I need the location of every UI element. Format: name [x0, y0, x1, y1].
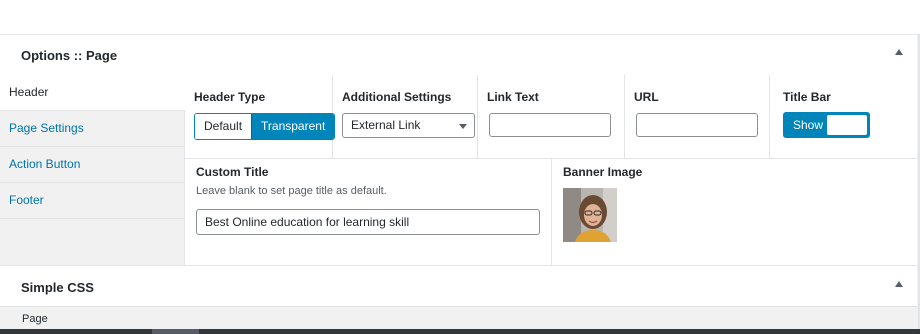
panel-tabs: Header Page Settings Action Button Foote… [0, 75, 185, 265]
header-fields-row: Header Type Default Transparent Addition… [185, 75, 917, 159]
custom-title-cell: Custom Title Leave blank to set page tit… [185, 159, 552, 265]
simple-css-title: Simple CSS [21, 280, 94, 295]
header-type-transparent-button[interactable]: Transparent [251, 114, 335, 139]
link-text-label: Link Text [487, 90, 539, 104]
url-label: URL [634, 90, 659, 104]
header-type-button-group: Default Transparent [194, 113, 336, 140]
tab-action-button[interactable]: Action Button [0, 147, 184, 183]
triangle-up-icon[interactable] [895, 281, 903, 287]
additional-settings-cell: Additional Settings External Link [333, 75, 478, 158]
additional-settings-label: Additional Settings [342, 90, 452, 104]
additional-settings-field: External Link [342, 113, 475, 138]
simple-css-panel[interactable]: Simple CSS [0, 266, 917, 307]
link-text-input[interactable] [489, 113, 611, 137]
tab-footer[interactable]: Footer [0, 183, 184, 219]
banner-image-thumbnail[interactable] [563, 188, 617, 242]
url-field [636, 113, 758, 137]
title-bar-toggle-label: Show [793, 118, 824, 132]
title-bar-cell: Title Bar Show [770, 75, 917, 158]
scrollbar-thumb[interactable] [152, 329, 199, 334]
title-bar-field: Show [783, 112, 870, 138]
tab-header[interactable]: Header [0, 75, 185, 111]
top-content-strip [0, 0, 920, 35]
url-cell: URL [625, 75, 770, 158]
banner-photo-icon [563, 188, 617, 242]
caret-down-icon [459, 124, 467, 129]
header-type-default-button[interactable]: Default [195, 114, 252, 139]
banner-image-cell: Banner Image [552, 159, 917, 265]
options-page-panel: Options :: Page Header Page Settings Act… [0, 35, 917, 266]
title-bar-toggle[interactable]: Show [783, 112, 870, 138]
custom-title-label: Custom Title [196, 165, 269, 179]
title-bar-label: Title Bar [783, 90, 831, 104]
custom-title-input[interactable] [196, 209, 540, 235]
additional-settings-select[interactable]: External Link [342, 113, 475, 138]
header-type-label: Header Type [194, 90, 266, 104]
triangle-up-icon[interactable] [895, 49, 903, 55]
bottom-scrollbar[interactable] [0, 329, 920, 334]
header-type-field: Default Transparent [194, 113, 336, 140]
page-label: Page [22, 313, 48, 325]
toggle-knob [827, 115, 867, 135]
header-type-cell: Header Type Default Transparent [185, 75, 336, 158]
url-input[interactable] [636, 113, 758, 137]
banner-image-label: Banner Image [563, 165, 643, 179]
panel-title: Options :: Page [21, 48, 118, 63]
tab-page-settings[interactable]: Page Settings [0, 111, 184, 147]
panel-header[interactable]: Options :: Page [0, 35, 917, 75]
title-banner-row: Custom Title Leave blank to set page tit… [185, 159, 917, 265]
tab-content: Header Type Default Transparent Addition… [185, 75, 917, 265]
link-text-field [489, 113, 611, 137]
custom-title-description: Leave blank to set page title as default… [196, 185, 387, 197]
additional-settings-value: External Link [351, 118, 421, 132]
link-text-cell: Link Text [478, 75, 625, 158]
